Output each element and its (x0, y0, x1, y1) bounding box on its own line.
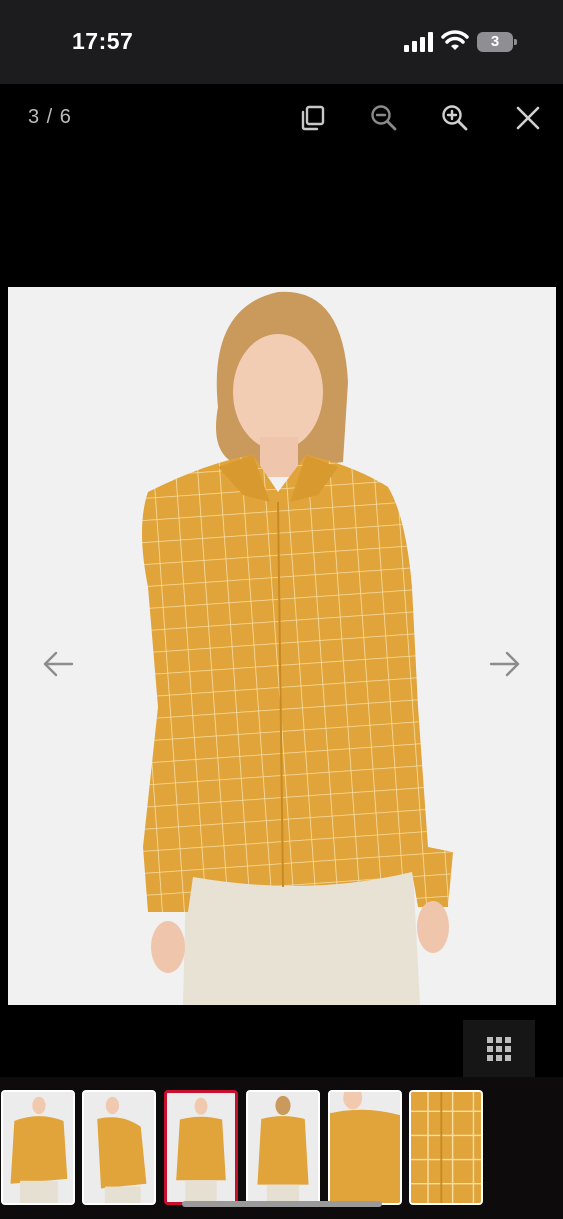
zoom-in-icon[interactable] (440, 103, 470, 133)
thumbnail-image (330, 1092, 400, 1203)
thumbnail-2[interactable] (82, 1090, 156, 1205)
thumbnail-5[interactable] (328, 1090, 402, 1205)
image-counter: 3 / 6 (28, 106, 72, 128)
battery-icon: 3 (477, 32, 517, 52)
copy-icon[interactable] (298, 103, 328, 133)
status-bar: 17:57 3 (0, 0, 563, 84)
thumbnail-3[interactable] (164, 1090, 238, 1205)
home-indicator (182, 1201, 382, 1207)
thumbnail-4[interactable] (246, 1090, 320, 1205)
arrow-left-icon[interactable] (42, 650, 74, 678)
thumbnail-image (84, 1092, 154, 1203)
status-time: 17:57 (72, 28, 134, 54)
grid-icon (487, 1037, 511, 1061)
product-image[interactable] (8, 287, 556, 1005)
zoom-out-icon[interactable] (369, 103, 399, 133)
thumbnail-image (3, 1092, 73, 1203)
close-icon[interactable] (513, 103, 543, 133)
battery-level: 3 (490, 33, 500, 50)
arrow-right-icon[interactable] (489, 650, 521, 678)
thumbnail-image (167, 1093, 235, 1202)
thumbnail-image (248, 1092, 318, 1203)
thumbnail-6[interactable] (409, 1090, 483, 1205)
wifi-icon (441, 30, 469, 50)
signal-icon (404, 32, 433, 52)
grid-view-button[interactable] (463, 1020, 535, 1078)
product-photo (8, 287, 556, 1005)
thumbnail-1[interactable] (1, 1090, 75, 1205)
thumbnail-image (411, 1092, 481, 1203)
